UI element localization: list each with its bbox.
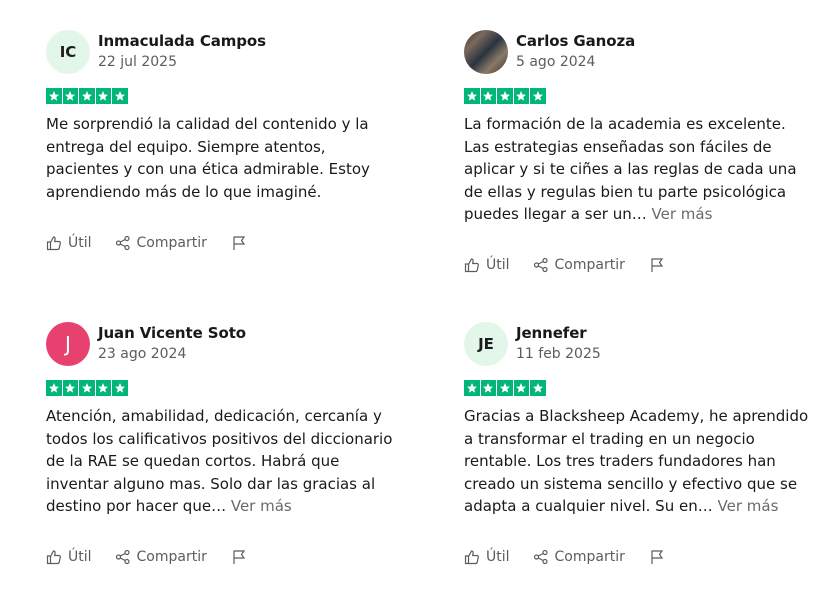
review-actions: Útil Compartir <box>464 257 665 273</box>
star-icon <box>464 380 480 396</box>
star-icon <box>497 380 513 396</box>
star-rating <box>464 88 814 104</box>
see-more-link[interactable]: Ver más <box>652 205 713 223</box>
star-icon <box>480 88 496 104</box>
star-icon <box>513 380 529 396</box>
useful-button[interactable]: Útil <box>46 549 92 565</box>
review-date: 11 feb 2025 <box>516 346 601 362</box>
star-icon <box>46 380 62 396</box>
thumbs-up-icon <box>46 236 61 251</box>
share-icon <box>115 549 130 565</box>
star-rating <box>464 380 814 396</box>
report-button[interactable] <box>649 257 665 273</box>
share-button[interactable]: Compartir <box>115 235 207 251</box>
flag-icon <box>233 236 246 250</box>
report-button[interactable] <box>231 549 247 565</box>
review-text: Atención, amabilidad, dedicación, cercan… <box>46 405 396 518</box>
review-header: Carlos Ganoza 5 ago 2024 <box>464 30 814 74</box>
star-rating <box>46 88 396 104</box>
star-icon <box>79 88 95 104</box>
review-date: 23 ago 2024 <box>98 346 187 362</box>
review-text: Me sorprendió la calidad del contenido y… <box>46 113 396 203</box>
flag-icon <box>233 550 246 564</box>
review-text: La formación de la academia es excelente… <box>464 113 814 226</box>
review-text-content: Atención, amabilidad, dedicación, cercan… <box>46 407 393 516</box>
review-card: JE Jennefer 11 feb 2025 Gracias a Blacks… <box>464 322 814 518</box>
share-label: Compartir <box>554 257 625 273</box>
star-icon <box>62 88 78 104</box>
avatar[interactable]: J <box>46 322 90 366</box>
star-rating <box>46 380 396 396</box>
star-icon <box>112 88 128 104</box>
flag-icon <box>651 258 664 272</box>
useful-button[interactable]: Útil <box>464 257 510 273</box>
star-icon <box>513 88 529 104</box>
star-icon <box>480 380 496 396</box>
share-button[interactable]: Compartir <box>533 257 625 273</box>
avatar[interactable] <box>464 30 508 74</box>
thumbs-up-icon <box>46 550 61 565</box>
useful-label: Útil <box>68 235 92 251</box>
flag-icon <box>651 550 664 564</box>
review-card: IC Inmaculada Campos 22 jul 2025 Me sorp… <box>46 30 396 203</box>
review-card: Carlos Ganoza 5 ago 2024 La formación de… <box>464 30 814 226</box>
star-icon <box>530 380 546 396</box>
useful-button[interactable]: Útil <box>464 549 510 565</box>
share-label: Compartir <box>136 549 207 565</box>
useful-label: Útil <box>486 257 510 273</box>
star-icon <box>79 380 95 396</box>
reviewer-name[interactable]: Carlos Ganoza <box>516 31 635 51</box>
useful-button[interactable]: Útil <box>46 235 92 251</box>
thumbs-up-icon <box>464 550 479 565</box>
star-icon <box>112 380 128 396</box>
useful-label: Útil <box>486 549 510 565</box>
see-more-link[interactable]: Ver más <box>718 497 779 515</box>
see-more-link[interactable]: Ver más <box>231 497 292 515</box>
review-header: IC Inmaculada Campos 22 jul 2025 <box>46 30 396 74</box>
review-actions: Útil Compartir <box>46 235 247 251</box>
review-text-content: Me sorprendió la calidad del contenido y… <box>46 115 370 201</box>
share-button[interactable]: Compartir <box>115 549 207 565</box>
star-icon <box>497 88 513 104</box>
reviewer-name[interactable]: Inmaculada Campos <box>98 31 266 51</box>
review-text: Gracias a Blacksheep Academy, he aprendi… <box>464 405 814 518</box>
report-button[interactable] <box>649 549 665 565</box>
share-button[interactable]: Compartir <box>533 549 625 565</box>
star-icon <box>95 380 111 396</box>
reviewer-name[interactable]: Juan Vicente Soto <box>98 323 246 343</box>
useful-label: Útil <box>68 549 92 565</box>
review-header: J Juan Vicente Soto 23 ago 2024 <box>46 322 396 366</box>
share-label: Compartir <box>554 549 625 565</box>
reviewer-name[interactable]: Jennefer <box>516 323 601 343</box>
review-card: J Juan Vicente Soto 23 ago 2024 Atención… <box>46 322 396 518</box>
avatar[interactable]: JE <box>464 322 508 366</box>
share-label: Compartir <box>136 235 207 251</box>
review-actions: Útil Compartir <box>464 549 665 565</box>
review-date: 22 jul 2025 <box>98 54 177 70</box>
review-header: JE Jennefer 11 feb 2025 <box>464 322 814 366</box>
review-actions: Útil Compartir <box>46 549 247 565</box>
share-icon <box>533 257 548 273</box>
star-icon <box>530 88 546 104</box>
review-text-content: La formación de la academia es excelente… <box>464 115 797 224</box>
avatar[interactable]: IC <box>46 30 90 74</box>
star-icon <box>95 88 111 104</box>
share-icon <box>533 549 548 565</box>
thumbs-up-icon <box>464 258 479 273</box>
share-icon <box>115 235 130 251</box>
star-icon <box>464 88 480 104</box>
review-date: 5 ago 2024 <box>516 54 596 70</box>
star-icon <box>46 88 62 104</box>
star-icon <box>62 380 78 396</box>
report-button[interactable] <box>231 235 247 251</box>
